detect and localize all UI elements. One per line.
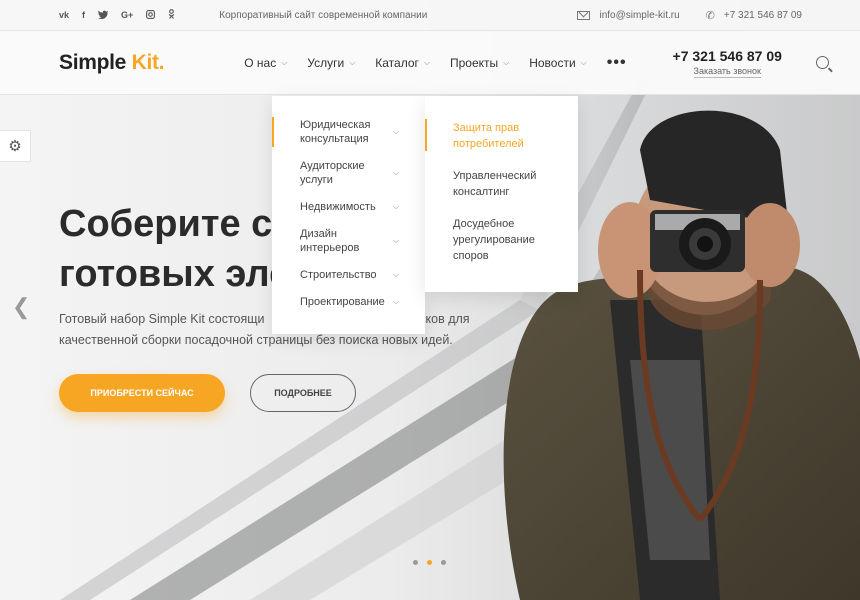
chevron-down-icon: ⌵ — [392, 297, 399, 306]
chevron-down-icon: ⌵ — [423, 57, 430, 67]
dropdown-label: Аудиторские услуги — [300, 160, 365, 186]
search-icon[interactable] — [815, 56, 829, 69]
chevron-down-icon: ⌵ — [392, 127, 399, 136]
phone-icon: ✆ — [705, 9, 715, 22]
email-link[interactable]: info@simple-kit.ru — [599, 10, 679, 21]
slider-dot[interactable] — [413, 560, 418, 565]
dropdown-item-design[interactable]: Проектирование ⌵ — [272, 295, 425, 309]
google-plus-icon[interactable]: G+ — [121, 10, 133, 20]
nav-item-services[interactable]: Услуги ⌵ — [297, 31, 365, 95]
subdropdown-item-consumer-rights[interactable]: Защита прав потребителей — [425, 119, 545, 152]
chevron-down-icon: ⌵ — [349, 57, 356, 67]
hero-desc-text: качественной сборки посадочной страницы … — [59, 333, 453, 347]
hero-desc-text: Готовый набор Simple Kit состоящи — [59, 312, 265, 326]
top-bar: vk f G+ Корпоративный сайт современной к… — [0, 0, 860, 31]
callback-link[interactable]: Заказать звонок — [693, 66, 761, 78]
logo-accent: Kit. — [131, 50, 165, 74]
dropdown-item-legal[interactable]: Юридическая консультация ⌵ — [272, 117, 425, 147]
dropdown-label: Дизайн интерьеров — [300, 228, 360, 254]
chevron-down-icon: ⌵ — [392, 236, 399, 245]
buy-now-button[interactable]: ПРИОБРЕСТИ СЕЙЧАС — [59, 374, 225, 412]
phone-link[interactable]: +7 321 546 87 09 — [724, 10, 802, 21]
nav-label: Услуги — [307, 55, 345, 70]
nav-label: Новости — [529, 55, 576, 70]
more-info-button[interactable]: ПОДРОБНЕЕ — [250, 374, 356, 412]
chevron-down-icon: ⌵ — [392, 168, 399, 177]
odnoklassniki-icon[interactable] — [168, 9, 175, 21]
top-contacts: info@simple-kit.ru ✆ +7 321 546 87 09 — [577, 9, 802, 22]
dropdown-label: Проектирование — [300, 296, 385, 308]
chevron-down-icon: ⌵ — [281, 57, 288, 67]
slider-prev-arrow-icon[interactable]: ❮ — [12, 294, 30, 320]
header-phone[interactable]: +7 321 546 87 09 — [673, 48, 782, 64]
slider-dot[interactable] — [441, 560, 446, 565]
main-nav: О нас ⌵ Услуги ⌵ Каталог ⌵ Проекты ⌵ Новости… — [234, 31, 636, 95]
nav-label: Проекты — [449, 55, 499, 70]
twitter-icon[interactable] — [98, 10, 109, 21]
logo-text: Simple — [59, 50, 132, 74]
chevron-down-icon: ⌵ — [392, 270, 399, 279]
top-phone[interactable]: ✆ +7 321 546 87 09 — [706, 9, 802, 22]
dropdown-item-construction[interactable]: Строительство ⌵ — [272, 268, 425, 282]
dropdown-label: Юридическая консультация — [300, 119, 371, 145]
mail-icon — [577, 10, 591, 20]
vk-icon[interactable]: vk — [59, 10, 69, 20]
dropdown-item-audit[interactable]: Аудиторские услуги ⌵ — [272, 159, 425, 187]
settings-button[interactable]: ⚙ — [0, 130, 31, 162]
nav-label: Каталог — [375, 55, 419, 70]
slider-dots — [413, 560, 446, 565]
slider-dot-active[interactable] — [427, 560, 432, 565]
nav-item-news[interactable]: Новости ⌵ — [519, 31, 597, 95]
top-email[interactable]: info@simple-kit.ru — [577, 10, 680, 21]
dropdown-item-realty[interactable]: Недвижимость ⌵ — [272, 200, 425, 214]
nav-label: О нас — [244, 55, 277, 70]
chevron-down-icon: ⌵ — [503, 57, 510, 67]
header-phone-block: +7 321 546 87 09 Заказать звонок — [673, 48, 782, 78]
nav-item-catalog[interactable]: Каталог ⌵ — [365, 31, 440, 95]
facebook-icon[interactable]: f — [82, 10, 85, 20]
dropdown-label: Недвижимость — [300, 201, 376, 213]
services-subdropdown: Защита прав потребителей Управленческий … — [425, 96, 578, 292]
dropdown-label: Строительство — [300, 269, 377, 281]
gear-icon: ⚙ — [8, 138, 22, 155]
more-menu-icon[interactable]: ••• — [597, 54, 637, 72]
subdropdown-item-management-consulting[interactable]: Управленческий консалтинг — [425, 168, 555, 200]
social-links: vk f G+ — [59, 9, 175, 21]
instagram-icon[interactable] — [146, 9, 156, 21]
logo[interactable]: Simple Kit. — [59, 50, 165, 75]
nav-item-projects[interactable]: Проекты ⌵ — [440, 31, 519, 95]
main-header: Simple Kit. О нас ⌵ Услуги ⌵ Каталог ⌵ Прое… — [0, 31, 860, 95]
chevron-down-icon: ⌵ — [580, 57, 587, 67]
site-tagline: Корпоративный сайт современной компании — [219, 9, 428, 21]
chevron-down-icon: ⌵ — [392, 202, 399, 211]
subdropdown-item-pretrial-settlement[interactable]: Досудебное урегулирование споров — [425, 216, 545, 264]
services-dropdown: Юридическая консультация ⌵ Аудиторские у… — [272, 96, 425, 334]
dropdown-item-interior[interactable]: Дизайн интерьеров ⌵ — [272, 227, 425, 255]
nav-item-about[interactable]: О нас ⌵ — [234, 31, 297, 95]
